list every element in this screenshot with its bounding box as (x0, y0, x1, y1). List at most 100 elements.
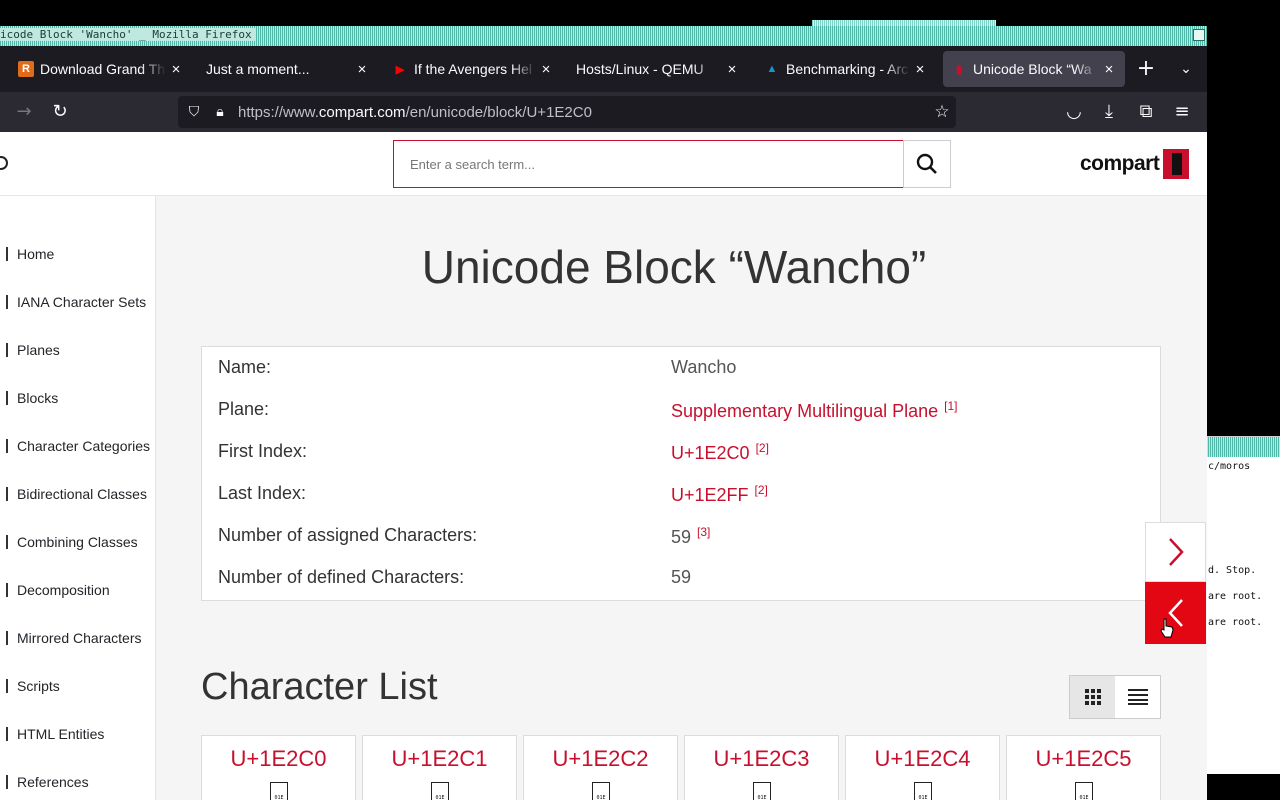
tab-3[interactable]: ▶ If the Avengers Hel × (384, 51, 562, 87)
close-tab-icon[interactable]: × (352, 61, 372, 78)
url-bar[interactable]: ⛉ 🔒︎ https://www.compart.com/en/unicode/… (178, 96, 956, 128)
tab-6[interactable]: ▮ Unicode Block “Wa × (943, 51, 1125, 87)
pocket-icon[interactable]: ◡ (1060, 98, 1088, 126)
lock-icon[interactable]: 🔒︎ (210, 104, 230, 120)
close-tab-icon[interactable]: × (722, 61, 742, 78)
extensions-icon[interactable]: ⧉ (1132, 98, 1160, 126)
info-value-wrap: U+1E2FF [2] (671, 483, 768, 506)
new-tab-button[interactable]: + (1134, 55, 1158, 83)
character-card[interactable]: U+1E2C3 01E 2C3 (684, 735, 839, 800)
footnote-ref-link[interactable]: [1] (944, 399, 957, 413)
info-key: Last Index: (218, 483, 307, 503)
info-row: Number of defined Characters: 59 (218, 563, 1148, 593)
sidebar-item-label: Scripts (17, 678, 60, 694)
background-terminal[interactable]: c/moros d. Stop. are root. are root. (1206, 436, 1280, 774)
info-row: Last Index: U+1E2FF [2] (218, 479, 1148, 509)
character-card[interactable]: U+1E2C2 01E 2C2 (523, 735, 678, 800)
character-code-link[interactable]: U+1E2C4 (846, 746, 999, 772)
info-value-wrap: U+1E2C0 [2] (671, 441, 769, 464)
downloads-icon[interactable]: ⤓ (1095, 98, 1123, 126)
window-titlebar[interactable]: icode Block 'Wancho' _ Mozilla Firefox (0, 26, 1207, 46)
character-code-link[interactable]: U+1E2C0 (202, 746, 355, 772)
character-code-link[interactable]: U+1E2C3 (685, 746, 838, 772)
close-tab-icon[interactable]: × (1099, 61, 1119, 78)
info-value-link[interactable]: U+1E2FF (671, 485, 749, 505)
info-value-link[interactable]: Supplementary Multilingual Plane (671, 401, 938, 421)
sidebar-item-character-categories[interactable]: Character Categories (0, 434, 150, 458)
url-text[interactable]: https://www.compart.com/en/unicode/block… (238, 104, 928, 121)
sidebar-item-iana-character-sets[interactable]: IANA Character Sets (0, 290, 146, 314)
sidebar-item-combining-classes[interactable]: Combining Classes (0, 530, 138, 554)
character-grid: U+1E2C0 01E 2C0 U+1E2C1 01E 2C1 U+1E2C2 01E 2… (201, 735, 1161, 800)
info-value-link[interactable]: U+1E2C0 (671, 443, 750, 463)
sidebar-item-home[interactable]: Home (0, 242, 54, 266)
terminal-titlebar[interactable] (1206, 437, 1280, 457)
missing-glyph-icon: 01E 2C3 (753, 782, 771, 800)
missing-glyph-icon: 01E 2C1 (431, 782, 449, 800)
sidebar-item-blocks[interactable]: Blocks (0, 386, 58, 410)
terminal-line: are root. (1208, 617, 1263, 628)
tab-1[interactable]: R Download Grand Th × (10, 51, 192, 87)
grid-view-button[interactable] (1070, 676, 1115, 718)
sidebar-item-label: Blocks (17, 390, 59, 406)
tab-4[interactable]: Hosts/Linux - QEMU × (568, 51, 748, 87)
search-button[interactable] (903, 140, 951, 188)
character-card[interactable]: U+1E2C5 01E 2C5 (1006, 735, 1161, 800)
sidebar-item-mirrored-characters[interactable]: Mirrored Characters (0, 626, 141, 650)
tab-bar: + ⌄ R Download Grand Th × Just a moment... ×… (0, 46, 1207, 92)
info-key: Name: (218, 357, 272, 377)
tab-label: If the Avengers Hel (414, 61, 533, 77)
sidebar-item-references[interactable]: References (0, 770, 89, 794)
character-card[interactable]: U+1E2C1 01E 2C1 (362, 735, 517, 800)
tab-label: Download Grand Th (40, 61, 166, 77)
sidebar-item-label: Decomposition (17, 582, 110, 598)
menu-icon[interactable]: ≡ (1168, 98, 1196, 126)
bookmark-star-icon[interactable]: ☆ (928, 102, 956, 122)
character-card[interactable]: U+1E2C4 01E 2C4 (845, 735, 1000, 800)
footnote-ref-link[interactable]: [2] (755, 483, 768, 497)
character-code-link[interactable]: U+1E2C2 (524, 746, 677, 772)
previous-block-button[interactable] (1145, 582, 1206, 644)
sidebar-item-bidirectional-classes[interactable]: Bidirectional Classes (0, 482, 147, 506)
shield-icon[interactable]: ⛉ (184, 104, 204, 120)
sidebar-item-label: Character Categories (17, 438, 151, 454)
close-tab-icon[interactable]: × (166, 61, 186, 78)
info-row: Number of assigned Characters: 59 [3] (218, 521, 1148, 551)
footnote-ref-link[interactable]: [3] (697, 525, 710, 539)
search-icon (916, 153, 937, 174)
site-header: Enter a search term... compart (0, 132, 1207, 196)
next-block-button[interactable] (1145, 522, 1206, 582)
info-key: Plane: (218, 399, 270, 419)
sidebar-item-planes[interactable]: Planes (0, 338, 60, 362)
tab-5[interactable]: ▲ Benchmarking - Arc × (756, 51, 936, 87)
sidebar-item-html-entities[interactable]: HTML Entities (0, 722, 104, 746)
list-all-tabs-button[interactable]: ⌄ (1174, 55, 1198, 83)
info-row: First Index: U+1E2C0 [2] (218, 437, 1148, 467)
sidebar-item-icon (0, 487, 8, 501)
sidebar: Home IANA Character Sets Planes Blocks Chara… (0, 196, 156, 800)
tab-2[interactable]: Just a moment... × (198, 51, 378, 87)
brand-mark-icon (1163, 149, 1190, 179)
maximize-icon[interactable] (1193, 29, 1205, 41)
info-value: 59 (671, 527, 692, 547)
character-code-link[interactable]: U+1E2C5 (1007, 746, 1160, 772)
info-value-wrap: Wancho (671, 357, 736, 378)
close-tab-icon[interactable]: × (536, 61, 556, 78)
search-input[interactable]: Enter a search term... (393, 140, 904, 188)
compart-logo[interactable]: compart (1080, 148, 1190, 180)
forward-button[interactable]: → (10, 98, 38, 126)
brand-name: compart (1080, 152, 1160, 175)
character-code-link[interactable]: U+1E2C1 (363, 746, 516, 772)
mouse-cursor-icon (1160, 618, 1174, 638)
character-card[interactable]: U+1E2C0 01E 2C0 (201, 735, 356, 800)
sidebar-item-decomposition[interactable]: Decomposition (0, 578, 110, 602)
tab-label: Hosts/Linux - QEMU (576, 61, 704, 77)
reload-button[interactable]: ↻ (46, 98, 74, 126)
sidebar-item-label: Combining Classes (17, 534, 138, 550)
site-menu-icon[interactable] (0, 156, 8, 170)
sidebar-item-scripts[interactable]: Scripts (0, 674, 60, 698)
footnote-ref-link[interactable]: [2] (756, 441, 769, 455)
close-tab-icon[interactable]: × (910, 61, 930, 78)
pager (1145, 522, 1206, 644)
list-view-button[interactable] (1115, 676, 1160, 718)
